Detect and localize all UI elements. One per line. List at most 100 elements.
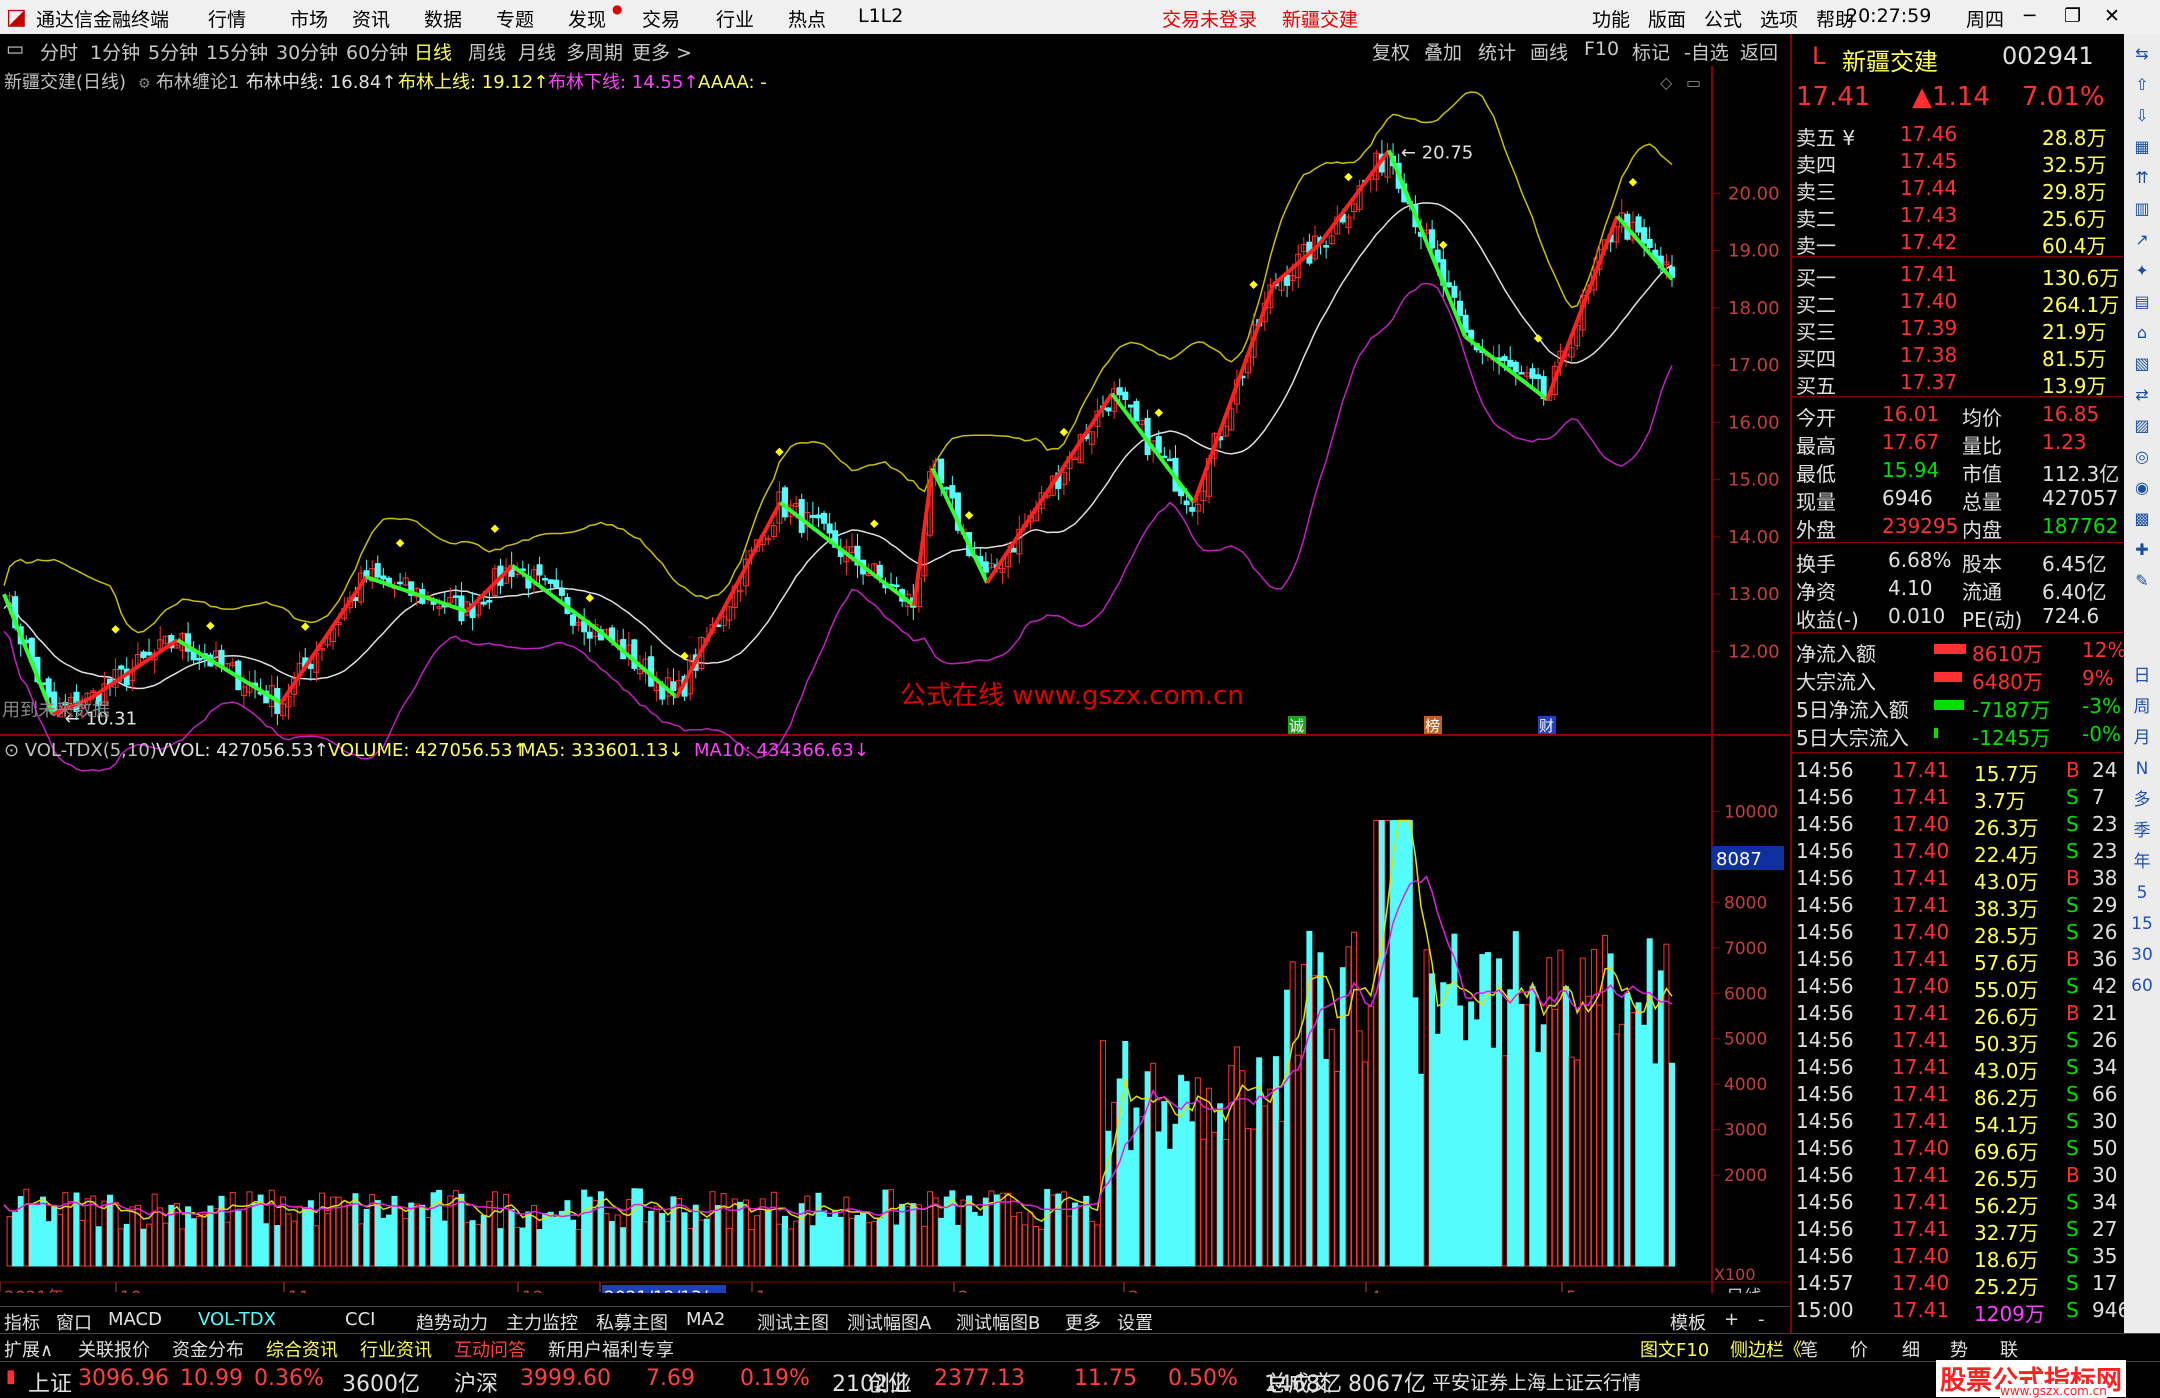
- indicator-tab-3[interactable]: VOL-TDX: [198, 1309, 276, 1330]
- event-marker[interactable]: 诚: [1289, 717, 1304, 735]
- ext-right-5[interactable]: 势: [1950, 1336, 1968, 1362]
- event-marker[interactable]: 财: [1539, 717, 1554, 735]
- chart-tool-5[interactable]: 标记: [1632, 38, 1670, 65]
- menu-9[interactable]: L1L2: [858, 5, 903, 27]
- ext-right-2[interactable]: 笔: [1800, 1336, 1818, 1362]
- right-menu-0[interactable]: 功能: [1592, 5, 1630, 32]
- period-8[interactable]: 月线: [518, 38, 556, 65]
- trade-row[interactable]: 14:56 17.40 69.6万 S 50: [1792, 1134, 2126, 1164]
- sidebar-tool-icon[interactable]: ✎: [2130, 569, 2154, 593]
- trade-row[interactable]: 14:56 17.41 54.1万 S 30: [1792, 1107, 2126, 1137]
- trade-row[interactable]: 14:56 17.41 57.6万 B 36: [1792, 945, 2126, 975]
- ext-right-0[interactable]: 图文F10: [1640, 1336, 1709, 1362]
- ext-tab-1[interactable]: 关联报价: [78, 1336, 150, 1362]
- period-shortcut[interactable]: N: [2130, 757, 2154, 781]
- period-shortcut[interactable]: 月: [2130, 726, 2154, 750]
- indicator-tab-10[interactable]: 测试幅图A: [847, 1309, 931, 1335]
- chart-tool-7[interactable]: 返回: [1740, 38, 1778, 65]
- period-6[interactable]: 日线: [414, 38, 452, 65]
- indicator-tab-8[interactable]: MA2: [686, 1309, 725, 1330]
- indicator-tab-11[interactable]: 测试幅图B: [956, 1309, 1040, 1335]
- period-10[interactable]: 更多 >: [632, 38, 692, 65]
- indicator-tab-5[interactable]: 趋势动力: [416, 1309, 488, 1335]
- bid-row[interactable]: 买二 17.40 264.1万: [1792, 287, 2126, 317]
- bid-row[interactable]: 买一 17.41 130.6万: [1792, 260, 2126, 290]
- login-status[interactable]: 交易未登录: [1162, 5, 1257, 32]
- bid-row[interactable]: 买四 17.38 81.5万: [1792, 341, 2126, 371]
- chart-tool-4[interactable]: F10: [1584, 38, 1619, 60]
- sidebar-tool-icon[interactable]: ▧: [2130, 352, 2154, 376]
- diamond-icon[interactable]: ◇: [1660, 73, 1673, 92]
- period-9[interactable]: 多周期: [566, 38, 623, 65]
- indicator-tab-9[interactable]: 测试主图: [757, 1309, 829, 1335]
- trade-row[interactable]: 14:56 17.41 3.7万 S 7: [1792, 783, 2126, 813]
- chart-tool-0[interactable]: 复权: [1372, 38, 1410, 65]
- ask-row[interactable]: 卖四 17.45 32.5万: [1792, 147, 2126, 177]
- period-shortcut[interactable]: 15: [2130, 912, 2154, 936]
- sidebar-tool-icon[interactable]: ▦: [2130, 135, 2154, 159]
- menu-7[interactable]: 行业: [716, 5, 754, 32]
- period-2[interactable]: 5分钟: [148, 38, 198, 65]
- menu-5[interactable]: 发现: [568, 5, 606, 32]
- sidebar-tool-icon[interactable]: ▨: [2130, 414, 2154, 438]
- indicator-tab-1[interactable]: 窗口: [56, 1309, 92, 1335]
- ext-tab-6[interactable]: 新用户福利专享: [548, 1336, 674, 1362]
- ext-right-6[interactable]: 联: [2000, 1336, 2018, 1362]
- ask-row[interactable]: 卖五 ¥17.46 28.8万: [1792, 120, 2126, 150]
- sidebar-tool-icon[interactable]: ▩: [2130, 507, 2154, 531]
- stat-row[interactable]: 今开 16.01 均价 16.85: [1792, 400, 2126, 430]
- ask-row[interactable]: 卖一 17.42 60.4万: [1792, 228, 2126, 258]
- ext-tab-4[interactable]: 行业资讯: [360, 1336, 432, 1362]
- bid-row[interactable]: 买五 17.37 13.9万: [1792, 368, 2126, 398]
- sidebar-tool-icon[interactable]: ▥: [2130, 197, 2154, 221]
- sidebar-tool-icon[interactable]: ✦: [2130, 259, 2154, 283]
- period-4[interactable]: 30分钟: [276, 38, 338, 65]
- indicator-tab-13[interactable]: 设置: [1117, 1309, 1153, 1335]
- chart-tool-1[interactable]: 叠加: [1424, 38, 1462, 65]
- stat-row[interactable]: 最高 17.67 量比 1.23: [1792, 428, 2126, 458]
- indicator-tab-4[interactable]: CCI: [345, 1309, 375, 1330]
- gear-icon[interactable]: ⚙: [138, 76, 151, 92]
- fin-row[interactable]: 净资 4.10 流通 6.40亿: [1792, 574, 2126, 604]
- restore-icon[interactable]: ❐: [2064, 5, 2081, 27]
- ext-right-4[interactable]: 细: [1902, 1336, 1920, 1362]
- menu-0[interactable]: 行情: [208, 5, 246, 32]
- trade-row[interactable]: 14:56 17.40 22.4万 S 23: [1792, 837, 2126, 867]
- square-icon[interactable]: ▭: [1686, 73, 1701, 92]
- ext-tab-5[interactable]: 互动问答: [454, 1336, 526, 1362]
- trade-row[interactable]: 14:56 17.40 28.5万 S 26: [1792, 918, 2126, 948]
- menu-8[interactable]: 热点: [788, 5, 826, 32]
- sidebar-tool-icon[interactable]: ◎: [2130, 445, 2154, 469]
- period-0[interactable]: 分时: [40, 38, 78, 65]
- menu-3[interactable]: 数据: [424, 5, 462, 32]
- period-shortcut[interactable]: 日: [2130, 664, 2154, 688]
- ext-tab-0[interactable]: 扩展∧: [4, 1336, 53, 1362]
- period-shortcut[interactable]: 5: [2130, 881, 2154, 905]
- indicator-tab-2[interactable]: MACD: [108, 1309, 162, 1330]
- trade-row[interactable]: 14:56 17.40 26.3万 S 23: [1792, 810, 2126, 840]
- stat-row[interactable]: 最低 15.94 市值 112.3亿: [1792, 456, 2126, 486]
- trade-row[interactable]: 14:56 17.41 15.7万 B 24: [1792, 756, 2126, 786]
- template-0[interactable]: 模板: [1670, 1309, 1706, 1335]
- period-3[interactable]: 15分钟: [206, 38, 268, 65]
- right-menu-4[interactable]: 帮助: [1816, 5, 1854, 32]
- flow-row[interactable]: 净流入额 8610万 12%: [1792, 636, 2126, 666]
- period-shortcut[interactable]: 年: [2130, 850, 2154, 874]
- trade-row[interactable]: 14:56 17.40 55.0万 S 42: [1792, 972, 2126, 1002]
- indicator-tab-12[interactable]: 更多: [1065, 1309, 1101, 1335]
- menu-6[interactable]: 交易: [642, 5, 680, 32]
- sidebar-tool-icon[interactable]: ⇩: [2130, 104, 2154, 128]
- sidebar-tool-icon[interactable]: ✚: [2130, 538, 2154, 562]
- ask-row[interactable]: 卖三 17.44 29.8万: [1792, 174, 2126, 204]
- period-5[interactable]: 60分钟: [346, 38, 408, 65]
- stat-row[interactable]: 现量 6946 总量 427057: [1792, 484, 2126, 514]
- sidebar-tool-icon[interactable]: ⇆: [2130, 42, 2154, 66]
- right-menu-1[interactable]: 版面: [1648, 5, 1686, 32]
- bid-row[interactable]: 买三 17.39 21.9万: [1792, 314, 2126, 344]
- kline-chart[interactable]: 新疆交建(日线) 布林缠论1 布林中线: 16.84↑ 布林上线: 19.12↑ 布林下…: [0, 66, 1790, 1293]
- ext-tab-2[interactable]: 资金分布: [172, 1336, 244, 1362]
- trade-row[interactable]: 14:56 17.41 86.2万 S 66: [1792, 1080, 2126, 1110]
- period-7[interactable]: 周线: [468, 38, 506, 65]
- chart-tool-6[interactable]: -自选: [1684, 38, 1729, 65]
- trade-row[interactable]: 14:56 17.41 43.0万 S 34: [1792, 1053, 2126, 1083]
